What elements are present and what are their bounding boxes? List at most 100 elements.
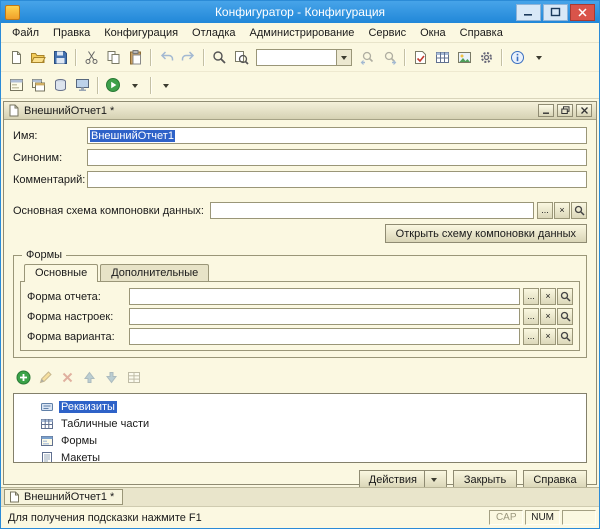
titlebar[interactable]: Конфигуратор - Конфигурация [1,1,599,23]
doc-close-button[interactable] [576,104,592,117]
report-form-input[interactable] [129,288,520,305]
paste-button[interactable] [124,47,146,67]
name-input[interactable]: ВнешнийОтчет1 [87,127,587,144]
choose-button[interactable]: ... [523,288,539,305]
tree-toolbar [15,369,587,386]
tree-item-tabular-sections[interactable]: Табличные части [14,415,586,432]
toolbar-separator [97,76,98,94]
start-debugging-icon [106,78,120,92]
database-structure-button[interactable] [49,75,71,95]
menu-edit[interactable]: Правка [46,25,97,41]
find-in-files-button[interactable] [230,47,252,67]
synonym-input[interactable] [87,149,587,166]
sort-button[interactable] [125,369,142,386]
choose-button[interactable]: ... [537,202,553,219]
object-tree[interactable]: Реквизиты Табличные части Формы Макеты [13,393,587,463]
menu-tools[interactable]: Сервис [361,25,413,41]
cut-button[interactable] [80,47,102,67]
variant-form-input[interactable] [129,328,520,345]
tab-main[interactable]: Основные [24,264,99,282]
find-button[interactable] [208,47,230,67]
close-button[interactable] [570,3,595,21]
tab-additional[interactable]: Дополнительные [100,264,210,281]
redo-button[interactable] [177,47,199,67]
toolbar-overflow-button[interactable] [155,75,177,95]
clear-button[interactable]: × [540,308,556,325]
configuration-window-button[interactable] [5,75,27,95]
move-up-button[interactable] [81,369,98,386]
minimize-button[interactable] [516,3,541,21]
clear-button[interactable]: × [540,328,556,345]
debug-menu-button[interactable] [124,75,146,95]
schema-input[interactable] [209,202,534,219]
minimize-icon [542,112,549,114]
open-button[interactable] [557,328,573,345]
save-button[interactable] [49,47,71,67]
document-titlebar[interactable]: ВнешнийОтчет1 * [4,102,596,120]
configuration-objects-button[interactable] [27,75,49,95]
delete-button[interactable] [59,369,76,386]
doc-restore-button[interactable] [557,104,573,117]
tree-item-attributes[interactable]: Реквизиты [14,398,586,415]
window-tab-active[interactable]: ВнешнийОтчет1 * [4,489,124,505]
open-button[interactable] [557,308,573,325]
open-button[interactable] [557,288,573,305]
app-icon [5,4,20,20]
start-debugging-button[interactable] [102,75,124,95]
open-schema-button[interactable]: Открыть схему компоновки данных [384,224,587,243]
menu-debug[interactable]: Отладка [185,25,242,41]
choose-button[interactable]: ... [523,308,539,325]
find-previous-button[interactable] [356,47,378,67]
close-icon [578,7,587,17]
monitor-button[interactable] [71,75,93,95]
menu-administration[interactable]: Администрирование [243,25,362,41]
copy-button[interactable] [102,47,124,67]
actions-dropdown[interactable] [424,471,437,488]
table-button[interactable] [431,47,453,67]
info-button[interactable] [506,47,528,67]
find-next-button[interactable] [378,47,400,67]
maximize-button[interactable] [543,3,568,21]
toolbar-overflow-button[interactable] [528,47,550,67]
tree-item-templates[interactable]: Макеты [14,449,586,462]
open-button[interactable] [27,47,49,67]
app-window: Конфигуратор - Конфигурация Файл Правка … [0,0,600,529]
combo-dropdown-button[interactable] [336,49,351,65]
menu-help[interactable]: Справка [453,25,510,41]
variant-form-field-buttons: ... × [522,328,573,345]
toolbar-separator [75,48,76,66]
clear-button[interactable]: × [540,288,556,305]
settings-form-input[interactable] [129,308,520,325]
report-form-field-buttons: ... × [522,288,573,305]
open-button[interactable] [571,202,587,219]
choose-button[interactable]: ... [523,328,539,345]
database-icon [54,79,66,92]
status-extra-cell [562,510,596,525]
synonym-label: Синоним: [13,151,63,164]
menu-windows[interactable]: Окна [413,25,453,41]
chevron-down-icon [163,83,169,91]
arrow-up-icon [84,371,95,383]
doc-minimize-button[interactable] [538,104,554,117]
edit-button[interactable] [37,369,54,386]
syntax-check-button[interactable] [409,47,431,67]
magnifier-icon [560,291,571,302]
settings-button[interactable] [475,47,497,67]
menu-configuration[interactable]: Конфигурация [97,25,185,41]
add-button[interactable] [15,369,32,386]
picture-button[interactable] [453,47,475,67]
search-combo[interactable] [256,48,352,66]
monitor-icon [75,79,89,91]
chevron-down-icon [132,83,138,91]
comment-input[interactable] [87,171,587,188]
clear-button[interactable]: × [554,202,570,219]
move-down-button[interactable] [103,369,120,386]
gear-icon [480,51,492,63]
menu-file[interactable]: Файл [5,25,46,41]
tree-item-forms[interactable]: Формы [14,432,586,449]
chevron-down-icon [431,478,437,485]
document-icon [9,104,19,117]
undo-button[interactable] [155,47,177,67]
new-document-button[interactable] [5,47,27,67]
actions-button-label: Действия [368,473,417,486]
